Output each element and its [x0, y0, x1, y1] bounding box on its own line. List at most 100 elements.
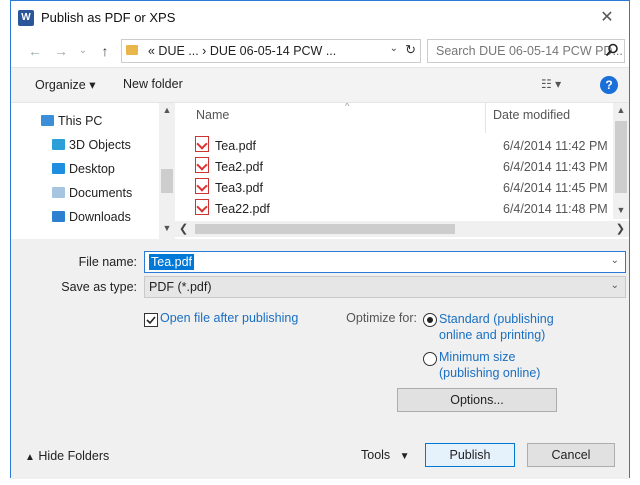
- navigation-bar: ← → ⌄ ↑ « DUE ... › DUE 06-05-14 PCW ...…: [11, 35, 629, 67]
- scrollbar-thumb[interactable]: [161, 169, 173, 193]
- optimize-standard-line1: Standard (publishing: [439, 312, 554, 326]
- column-header-name[interactable]: Name: [196, 108, 229, 122]
- save-options-panel: File name: Tea.pdf ⌄ Save as type: PDF (…: [11, 239, 629, 479]
- file-row[interactable]: Tea3.pdf 6/4/2014 11:45 PM: [195, 178, 615, 199]
- column-divider[interactable]: [485, 103, 486, 133]
- address-path: « DUE ... › DUE 06-05-14 PCW ...: [148, 44, 337, 58]
- hide-folders-toggle[interactable]: ▲ Hide Folders: [25, 449, 109, 463]
- column-header-date-modified[interactable]: Date modified: [493, 108, 570, 122]
- search-placeholder: Search DUE 06-05-14 PCW PD...: [436, 44, 623, 58]
- file-date: 6/4/2014 11:42 PM: [503, 139, 608, 153]
- nav-item-this-pc[interactable]: This PC: [41, 110, 102, 132]
- chevron-down-icon[interactable]: ⌄: [611, 280, 619, 291]
- folder-icon: [126, 45, 138, 55]
- open-after-publishing-label[interactable]: Open file after publishing: [160, 311, 298, 325]
- address-bar[interactable]: « DUE ... › DUE 06-05-14 PCW ... ⌄ ↻: [121, 39, 421, 63]
- chevron-down-icon[interactable]: ⌄: [611, 255, 619, 266]
- search-icon[interactable]: [604, 42, 620, 58]
- optimize-minimum-label[interactable]: Minimum size (publishing online): [439, 349, 540, 381]
- file-row[interactable]: Tea22.pdf 6/4/2014 11:48 PM: [195, 199, 615, 220]
- open-after-publishing-checkbox[interactable]: [144, 313, 158, 327]
- help-icon[interactable]: ?: [600, 76, 618, 94]
- recent-locations-chevron-icon[interactable]: ⌄: [73, 41, 93, 61]
- search-box[interactable]: Search DUE 06-05-14 PCW PD...: [427, 39, 625, 63]
- nav-item-label: 3D Objects: [69, 138, 131, 152]
- scroll-right-icon[interactable]: ❯: [616, 221, 625, 237]
- navigation-pane-scrollbar[interactable]: ▲ ▼: [159, 103, 175, 239]
- nav-item-downloads[interactable]: Downloads: [52, 206, 131, 228]
- new-folder-button[interactable]: New folder: [123, 77, 183, 91]
- save-as-type-value: PDF (*.pdf): [149, 280, 212, 294]
- pdf-file-icon: [195, 178, 209, 194]
- publish-button[interactable]: Publish: [425, 443, 515, 467]
- scroll-left-icon[interactable]: ❮: [179, 221, 188, 237]
- view-options-icon[interactable]: ☷ ▾: [541, 77, 561, 91]
- tools-label: Tools: [361, 448, 391, 462]
- optimize-for-label: Optimize for:: [346, 311, 417, 325]
- file-row[interactable]: Tea2.pdf 6/4/2014 11:43 PM: [195, 157, 615, 178]
- dialog-title: Publish as PDF or XPS: [41, 10, 176, 25]
- scroll-down-icon[interactable]: ▼: [159, 223, 175, 233]
- nav-item-documents[interactable]: Documents: [52, 182, 132, 204]
- optimize-minimum-radio[interactable]: [423, 352, 437, 366]
- file-date: 6/4/2014 11:43 PM: [503, 160, 608, 174]
- file-name: Tea2.pdf: [215, 160, 263, 174]
- optimize-minimum-line2: (publishing online): [439, 366, 541, 380]
- save-as-type-select[interactable]: PDF (*.pdf) ⌄: [144, 276, 626, 298]
- file-list: ^ Name Date modified Tea.pdf 6/4/2014 11…: [175, 103, 631, 239]
- file-list-vertical-scrollbar[interactable]: ▲ ▼: [613, 103, 629, 219]
- file-list-horizontal-scrollbar[interactable]: ❮ ❯: [175, 221, 629, 237]
- scroll-down-icon[interactable]: ▼: [613, 205, 629, 215]
- close-button[interactable]: ✕: [585, 1, 629, 35]
- desktop-folder-icon: [52, 163, 65, 174]
- forward-arrow-icon[interactable]: →: [51, 41, 71, 61]
- cancel-button[interactable]: Cancel: [527, 443, 615, 467]
- title-bar: W Publish as PDF or XPS ✕: [11, 1, 629, 35]
- pdf-file-icon: [195, 136, 209, 152]
- pdf-file-icon: [195, 199, 209, 215]
- checkmark-icon: [146, 316, 156, 325]
- organize-menu[interactable]: Organize ▾: [35, 77, 95, 92]
- navigation-pane: This PC 3D Objects Desktop Documents Dow…: [11, 103, 175, 239]
- file-name: Tea.pdf: [215, 139, 257, 153]
- sort-indicator-icon: ^: [345, 103, 350, 111]
- file-name-label: File name:: [78, 255, 137, 269]
- optimize-standard-radio[interactable]: [423, 313, 437, 327]
- scroll-up-icon[interactable]: ▲: [159, 105, 175, 115]
- pdf-file-icon: [195, 157, 209, 173]
- nav-item-label: Downloads: [69, 210, 131, 224]
- pc-icon: [41, 115, 54, 126]
- nav-item-label: Documents: [69, 186, 133, 200]
- documents-folder-icon: [52, 187, 65, 198]
- optimize-minimum-line1: Minimum size: [439, 350, 516, 364]
- file-name-value: Tea.pdf: [149, 254, 195, 270]
- back-arrow-icon[interactable]: ←: [25, 41, 45, 61]
- tools-menu[interactable]: Tools ▼: [361, 448, 410, 462]
- nav-item-3d-objects[interactable]: 3D Objects: [52, 134, 131, 156]
- file-name-input[interactable]: Tea.pdf ⌄: [144, 251, 626, 273]
- scroll-up-icon[interactable]: ▲: [613, 105, 629, 115]
- file-date: 6/4/2014 11:45 PM: [503, 181, 608, 195]
- caret-down-icon: ▼: [399, 451, 410, 462]
- file-name: Tea3.pdf: [215, 181, 263, 195]
- word-app-icon: W: [18, 10, 34, 26]
- publish-dialog: W Publish as PDF or XPS ✕ ← → ⌄ ↑ « DUE …: [10, 0, 631, 479]
- optimize-standard-label[interactable]: Standard (publishing online and printing…: [439, 311, 554, 343]
- file-date: 6/4/2014 11:48 PM: [503, 202, 608, 216]
- save-as-type-label: Save as type:: [61, 280, 137, 294]
- nav-item-desktop[interactable]: Desktop: [52, 158, 115, 180]
- scrollbar-thumb[interactable]: [615, 121, 627, 193]
- command-toolbar: Organize ▾ New folder ☷ ▾ ?: [11, 67, 629, 103]
- options-button[interactable]: Options...: [397, 388, 557, 412]
- hide-folders-label: Hide Folders: [38, 449, 110, 463]
- refresh-icon[interactable]: ↻: [405, 42, 416, 58]
- downloads-folder-icon: [52, 211, 65, 222]
- chevron-up-icon: ▲: [25, 452, 35, 463]
- nav-item-label: This PC: [58, 114, 103, 128]
- file-row[interactable]: Tea.pdf 6/4/2014 11:42 PM: [195, 136, 615, 157]
- address-dropdown-icon[interactable]: ⌄: [390, 43, 398, 54]
- file-name: Tea22.pdf: [215, 202, 270, 216]
- up-arrow-icon[interactable]: ↑: [95, 41, 115, 61]
- scrollbar-thumb[interactable]: [195, 224, 455, 234]
- folder-3d-icon: [52, 139, 65, 150]
